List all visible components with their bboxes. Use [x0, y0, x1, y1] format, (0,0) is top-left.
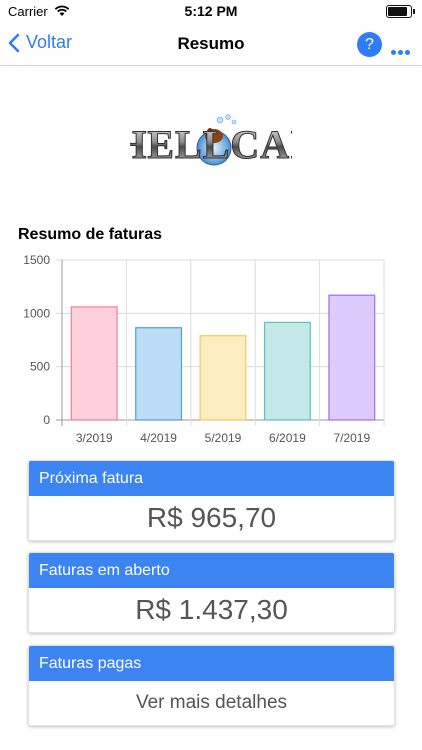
x-tick-label: 4/2019 [140, 431, 177, 445]
chart-section-title: Resumo de faturas [18, 226, 163, 243]
bar [328, 294, 376, 421]
card-header: Faturas em aberto [29, 553, 394, 588]
open-invoices-card[interactable]: Faturas em aberto R$ 1.437,30 [28, 552, 395, 633]
bar [263, 321, 311, 421]
more-dot-icon [398, 50, 403, 55]
help-button[interactable]: ? [357, 32, 382, 57]
bar [70, 306, 118, 421]
x-tick-label: 3/2019 [76, 431, 113, 445]
card-header: Faturas pagas [29, 646, 394, 681]
company-logo: HELLCAI [130, 114, 292, 168]
bar [199, 335, 247, 421]
logo-text: HELLCAI [130, 122, 292, 167]
invoice-bar-chart: 0 500 1000 1500 3/2019 4/2019 5/2019 6/2019 7/20… [23, 253, 385, 445]
x-tick-label: 7/2019 [333, 431, 370, 445]
paid-invoices-card[interactable]: Faturas pagas Ver mais detalhes [28, 645, 395, 726]
y-tick-label: 1000 [23, 306, 50, 320]
y-tick-label: 500 [30, 360, 50, 374]
x-tick-label: 6/2019 [269, 431, 306, 445]
card-value: R$ 1.437,30 [135, 594, 288, 625]
back-button-label: Voltar [26, 32, 73, 52]
details-link[interactable]: Ver mais detalhes [29, 681, 394, 725]
status-bar: Carrier 5:12 PM [0, 0, 422, 22]
card-value: R$ 965,70 [146, 502, 277, 533]
y-tick-label: 1500 [23, 253, 50, 267]
card-header: Próxima fatura [29, 461, 394, 496]
battery-icon [386, 5, 415, 18]
back-button[interactable]: Voltar [8, 32, 72, 53]
navigation-bar: Voltar Resumo ? [0, 22, 422, 66]
status-time: 5:12 PM [184, 3, 238, 19]
next-invoice-card[interactable]: Próxima fatura R$ 965,70 [28, 460, 395, 541]
bar [135, 327, 183, 421]
y-tick-label: 0 [43, 413, 50, 427]
x-tick-label: 5/2019 [205, 431, 242, 445]
more-dot-icon [405, 50, 410, 55]
more-options-button[interactable] [391, 42, 413, 55]
chevron-left-icon [8, 33, 20, 52]
more-dot-icon [391, 50, 396, 55]
battery-fill [388, 7, 407, 16]
